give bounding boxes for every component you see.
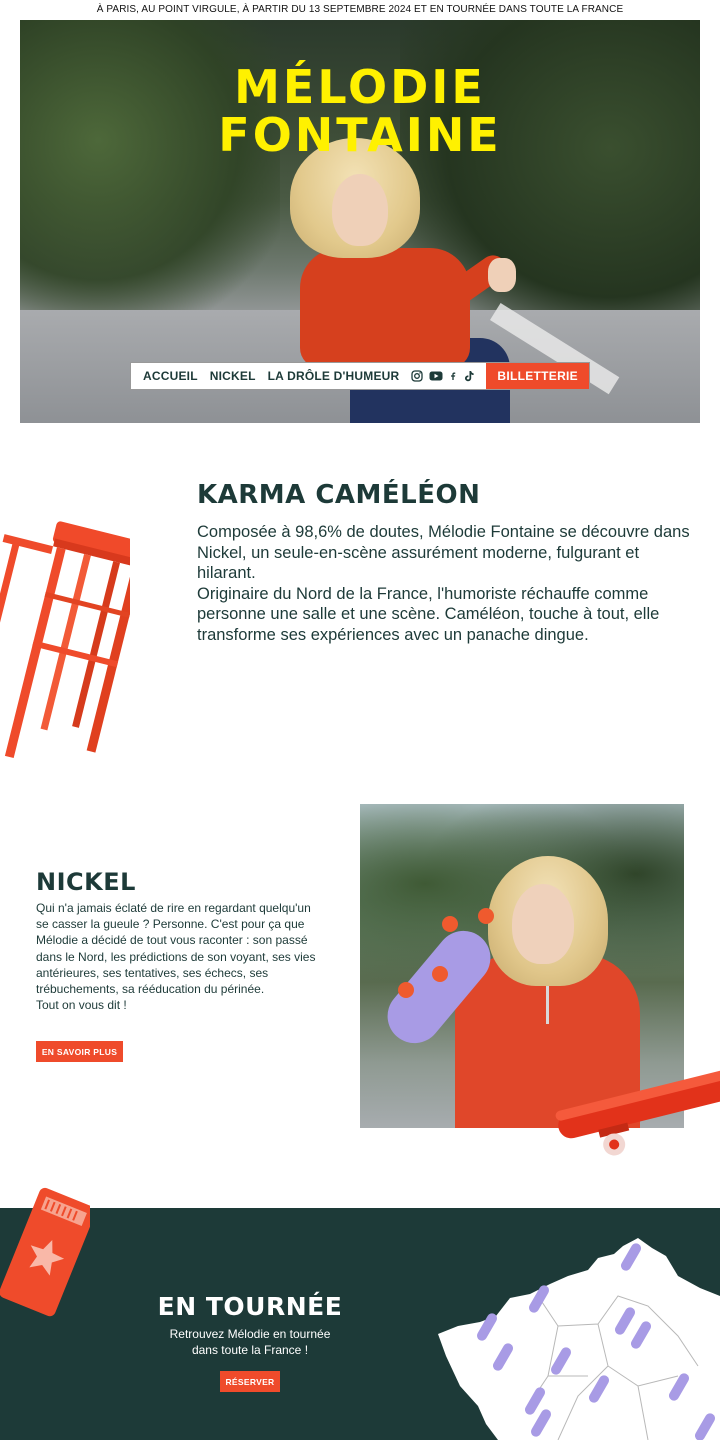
karma-paragraph-2: Originaire du Nord de la France, l'humor…: [197, 584, 660, 644]
photo-wheel: [432, 966, 448, 982]
france-tour-map: [438, 1238, 720, 1440]
hero-title-line1: MÉLODIE: [234, 60, 486, 114]
facebook-icon[interactable]: [449, 370, 457, 382]
red-stool-illustration: [0, 521, 130, 758]
social-icons: [411, 370, 475, 382]
photo-face: [512, 884, 574, 964]
youtube-icon[interactable]: [429, 370, 443, 382]
nickel-paragraph: Qui n'a jamais éclaté de rire en regarda…: [36, 901, 316, 997]
tour-section-title: EN TOURNÉE: [157, 1292, 343, 1321]
nav-item-accueil[interactable]: ACCUEIL: [143, 369, 198, 383]
billetterie-button[interactable]: BILLETTERIE: [486, 363, 589, 389]
hero-banner: MÉLODIE FONTAINE ACCUEIL NICKEL LA DRÔLE…: [20, 20, 700, 423]
nickel-section-title: NICKEL: [36, 868, 136, 896]
photo-wheel: [442, 916, 458, 932]
artist-jacket: [300, 248, 470, 368]
karma-section-title: KARMA CAMÉLÉON: [197, 480, 481, 510]
announcement-bar: À PARIS, AU POINT VIRGULE, À PARTIR DU 1…: [0, 0, 720, 20]
ticket-illustration: [0, 1187, 90, 1317]
photo-wheel: [398, 982, 414, 998]
en-savoir-plus-button[interactable]: EN SAVOIR PLUS: [36, 1041, 123, 1062]
artist-face: [332, 174, 388, 246]
instagram-icon[interactable]: [411, 370, 424, 382]
karma-paragraph-1: Composée à 98,6% de doutes, Mélodie Font…: [197, 523, 690, 582]
hero-title-line2: FONTAINE: [218, 108, 502, 162]
nickel-closing: Tout on vous dit !: [36, 998, 127, 1013]
nav-item-drole-dhumeur[interactable]: LA DRÔLE D'HUMEUR: [268, 369, 400, 383]
reserver-button[interactable]: RÉSERVER: [220, 1371, 280, 1392]
nickel-description: Qui n'a jamais éclaté de rire en regarda…: [36, 900, 321, 1013]
photo-wheel: [478, 908, 494, 924]
tour-description: Retrouvez Mélodie en tournée dans toute …: [100, 1326, 400, 1358]
main-nav: ACCUEIL NICKEL LA DRÔLE D'HUMEUR BILLETT…: [130, 362, 590, 390]
artist-hand: [488, 258, 516, 292]
skateboard-illustration: [555, 1067, 720, 1156]
karma-description: Composée à 98,6% de doutes, Mélodie Font…: [197, 522, 692, 645]
tour-line-1: Retrouvez Mélodie en tournée: [169, 1327, 331, 1341]
tour-line-2: dans toute la France !: [191, 1343, 309, 1357]
nav-item-nickel[interactable]: NICKEL: [210, 369, 256, 383]
announcement-text: À PARIS, AU POINT VIRGULE, À PARTIR DU 1…: [96, 4, 624, 15]
tiktok-icon[interactable]: [463, 370, 475, 382]
